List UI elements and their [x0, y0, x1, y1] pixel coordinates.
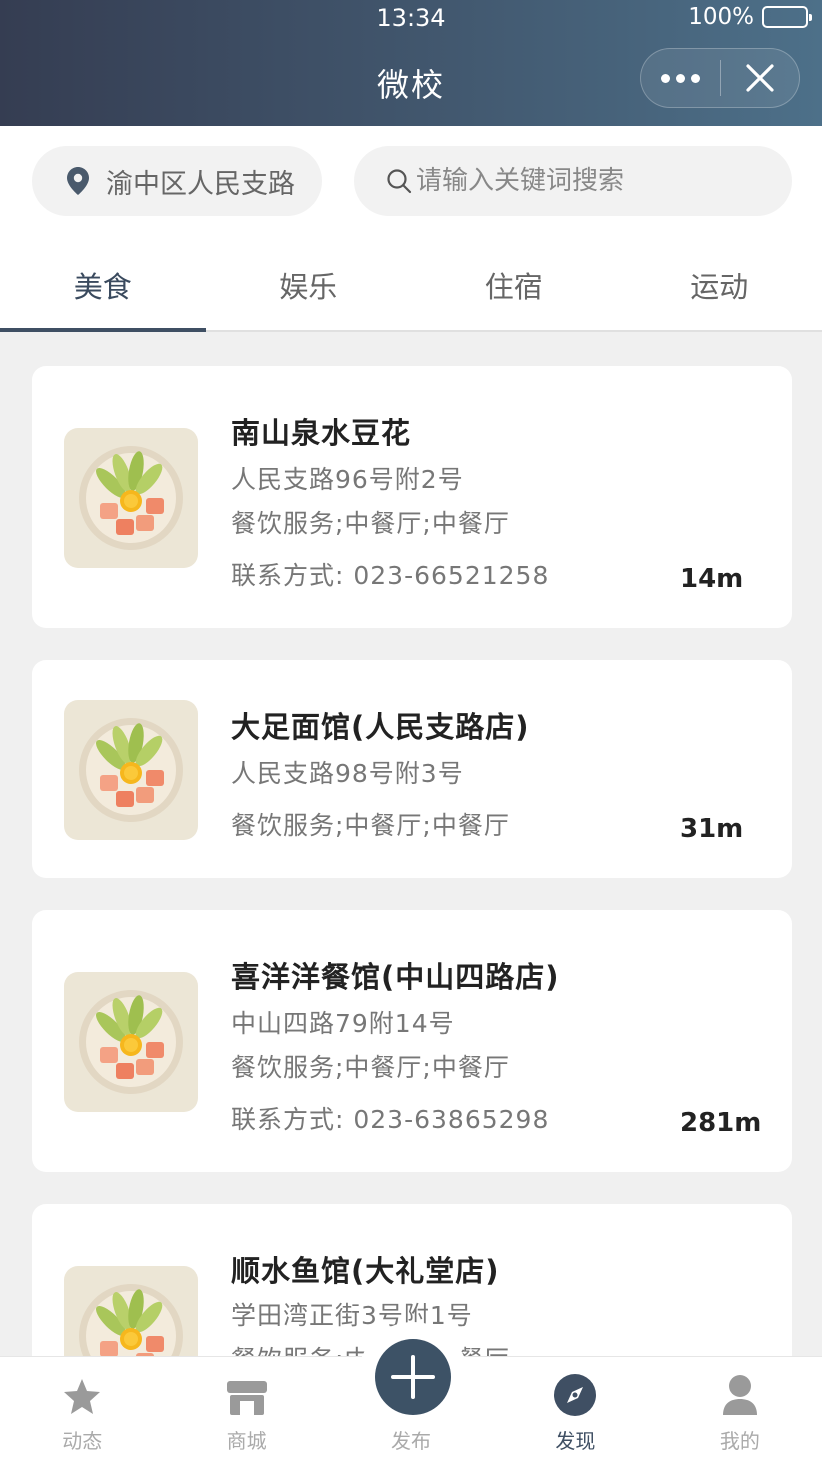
- user-icon: [722, 1375, 757, 1415]
- tab-sports[interactable]: 运动: [617, 246, 822, 330]
- place-thumbnail: [64, 972, 198, 1112]
- place-card[interactable]: 大足面馆(人民支路店) 人民支路98号附3号 餐饮服务;中餐厅;中餐厅 31m: [32, 660, 792, 878]
- tab-bar-label: 商城: [226, 1429, 267, 1453]
- place-card[interactable]: 南山泉水豆花 人民支路96号附2号 餐饮服务;中餐厅;中餐厅 联系方式: 023…: [32, 366, 792, 628]
- plus-icon: [391, 1355, 435, 1399]
- location-text: 渝中区人民支路: [106, 168, 295, 200]
- battery-icon: [762, 6, 812, 28]
- tab-bar-mine[interactable]: 我的: [658, 1357, 822, 1464]
- publish-button[interactable]: [358, 1322, 468, 1432]
- place-name: 南山泉水豆花: [231, 416, 412, 450]
- place-name: 大足面馆(人民支路店): [231, 710, 530, 744]
- food-bowl-icon: [79, 990, 183, 1094]
- tab-bar-moments[interactable]: 动态: [0, 1357, 164, 1464]
- place-distance: 14m: [680, 564, 744, 594]
- place-distance: 31m: [680, 814, 744, 844]
- place-card[interactable]: 喜洋洋餐馆(中山四路店) 中山四路79附14号 餐饮服务;中餐厅;中餐厅 联系方…: [32, 910, 792, 1172]
- place-thumbnail: [64, 428, 198, 568]
- battery-percent: 100%: [688, 4, 754, 30]
- food-bowl-icon: [79, 718, 183, 822]
- tab-bar-store[interactable]: 商城: [164, 1357, 328, 1464]
- header: 13:34 100% 微校: [0, 0, 822, 126]
- place-category: 餐饮服务;中餐厅;中餐厅: [231, 509, 510, 538]
- search-area: 渝中区人民支路 美食 娱乐 住宿 运动: [0, 126, 822, 332]
- compass-icon: [554, 1374, 597, 1416]
- place-category: 餐饮服务;中餐厅;中餐厅: [231, 811, 510, 840]
- tab-bar-label: 我的: [719, 1429, 760, 1453]
- place-thumbnail: [64, 700, 198, 840]
- tab-bar-label: 动态: [62, 1429, 103, 1453]
- close-button[interactable]: [721, 49, 800, 107]
- search-input[interactable]: [416, 166, 776, 196]
- category-tabs: 美食 娱乐 住宿 运动: [0, 246, 822, 332]
- place-contact: 联系方式: 023-66521258: [231, 561, 550, 590]
- star-icon: [64, 1379, 101, 1414]
- tab-food[interactable]: 美食: [0, 246, 206, 332]
- location-selector[interactable]: 渝中区人民支路: [32, 146, 322, 216]
- tab-lodging[interactable]: 住宿: [411, 246, 617, 330]
- store-icon: [226, 1381, 267, 1415]
- place-category: 餐饮服务;中餐厅;中餐厅: [231, 1053, 510, 1082]
- location-pin-icon: [67, 167, 89, 195]
- place-contact: 联系方式: 023-63865298: [231, 1105, 550, 1134]
- place-address: 人民支路98号附3号: [231, 759, 464, 788]
- place-name: 顺水鱼馆(大礼堂店): [231, 1254, 500, 1288]
- mini-program-capsule: [640, 48, 800, 108]
- food-bowl-icon: [79, 446, 183, 550]
- close-icon: [746, 64, 774, 92]
- more-dots-icon: [660, 73, 700, 83]
- battery-status: 100%: [688, 4, 812, 30]
- tab-entertainment[interactable]: 娱乐: [206, 246, 412, 330]
- more-button[interactable]: [641, 49, 720, 107]
- tab-bar-discover[interactable]: 发现: [493, 1357, 657, 1464]
- search-icon: [387, 169, 412, 194]
- place-address: 中山四路79附14号: [231, 1009, 455, 1038]
- tab-bar-label: 发现: [555, 1429, 596, 1453]
- place-name: 喜洋洋餐馆(中山四路店): [231, 960, 560, 994]
- search-box[interactable]: [354, 146, 792, 216]
- place-address: 人民支路96号附2号: [231, 465, 464, 494]
- place-distance: 281m: [680, 1108, 762, 1138]
